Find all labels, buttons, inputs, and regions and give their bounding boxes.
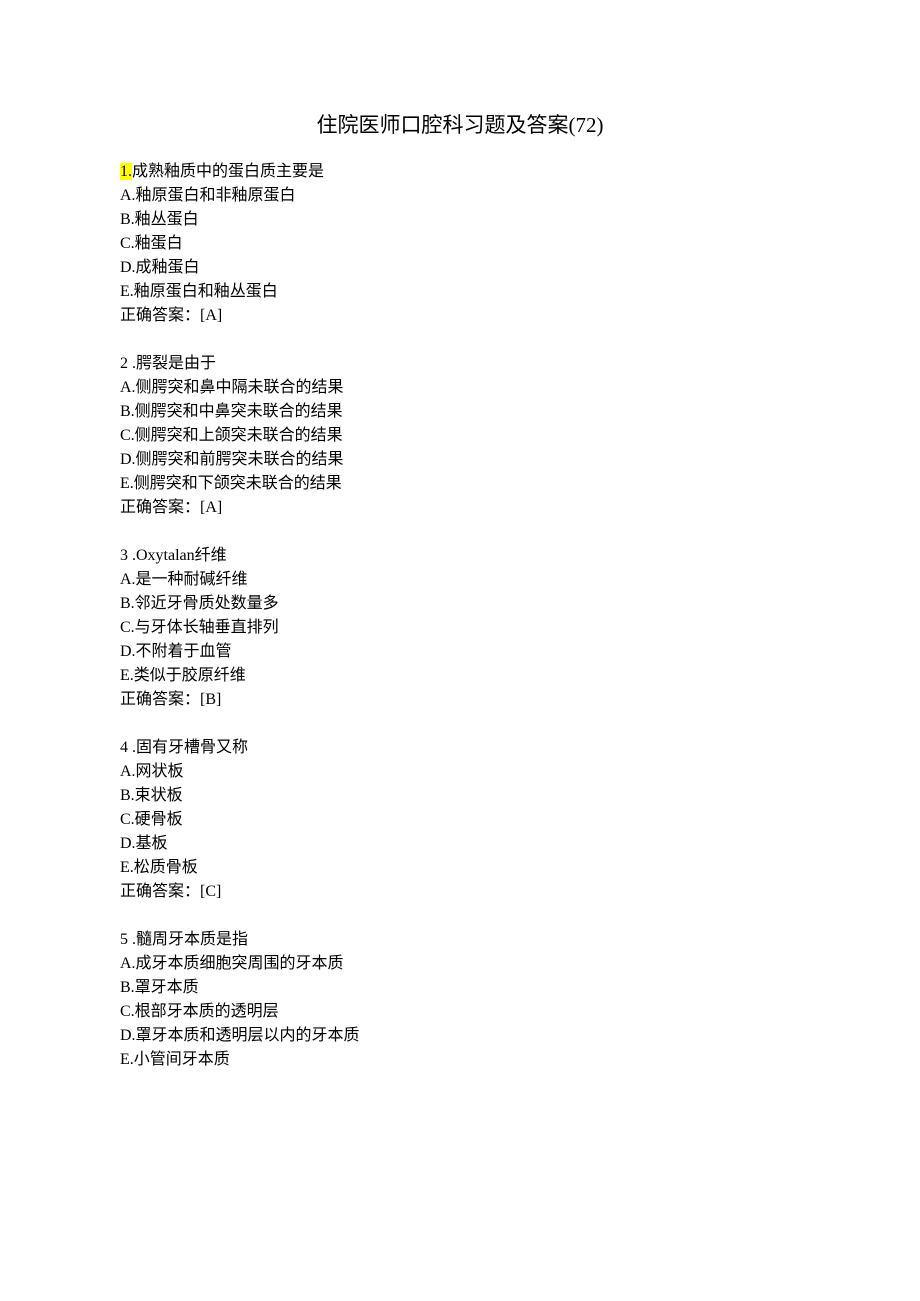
question-block: 5 .髓周牙本质是指A.成牙本质细胞突周围的牙本质B.罩牙本质C.根部牙本质的透… — [120, 928, 800, 1072]
question-option: A.釉原蛋白和非釉原蛋白 — [120, 184, 800, 208]
question-text: 成熟釉质中的蛋白质主要是 — [132, 163, 324, 180]
question-option: E.小管间牙本质 — [120, 1048, 800, 1072]
question-option: A.网状板 — [120, 760, 800, 784]
question-option: C.与牙体长轴垂直排列 — [120, 616, 800, 640]
question-number: 2 . — [120, 355, 136, 372]
question-option: A.是一种耐碱纤维 — [120, 568, 800, 592]
question-number: 4 . — [120, 739, 136, 756]
question-text: 腭裂是由于 — [136, 355, 216, 372]
question-answer: 正确答案：[B] — [120, 688, 800, 712]
question-option: C.侧腭突和上颌突未联合的结果 — [120, 424, 800, 448]
question-option: B.束状板 — [120, 784, 800, 808]
question-option: B.釉丛蛋白 — [120, 208, 800, 232]
question-option: D.侧腭突和前腭突未联合的结果 — [120, 448, 800, 472]
question-text: Oxytalan纤维 — [136, 547, 227, 564]
question-option: A.侧腭突和鼻中隔未联合的结果 — [120, 376, 800, 400]
question-option: B.侧腭突和中鼻突未联合的结果 — [120, 400, 800, 424]
question-stem: 3 .Oxytalan纤维 — [120, 544, 800, 568]
document-title: 住院医师口腔科习题及答案(72) — [120, 110, 800, 142]
question-answer: 正确答案：[C] — [120, 880, 800, 904]
question-option: C.硬骨板 — [120, 808, 800, 832]
question-number: 5 . — [120, 931, 136, 948]
question-option: B.罩牙本质 — [120, 976, 800, 1000]
question-answer: 正确答案：[A] — [120, 304, 800, 328]
question-answer: 正确答案：[A] — [120, 496, 800, 520]
question-number: 3 . — [120, 547, 136, 564]
question-option: A.成牙本质细胞突周围的牙本质 — [120, 952, 800, 976]
question-stem: 2 .腭裂是由于 — [120, 352, 800, 376]
question-block: 1.成熟釉质中的蛋白质主要是A.釉原蛋白和非釉原蛋白B.釉丛蛋白C.釉蛋白D.成… — [120, 160, 800, 328]
question-option: D.罩牙本质和透明层以内的牙本质 — [120, 1024, 800, 1048]
question-option: E.侧腭突和下颌突未联合的结果 — [120, 472, 800, 496]
question-stem: 4 .固有牙槽骨又称 — [120, 736, 800, 760]
questions-container: 1.成熟釉质中的蛋白质主要是A.釉原蛋白和非釉原蛋白B.釉丛蛋白C.釉蛋白D.成… — [120, 160, 800, 1072]
question-option: E.类似于胶原纤维 — [120, 664, 800, 688]
question-option: C.釉蛋白 — [120, 232, 800, 256]
question-option: C.根部牙本质的透明层 — [120, 1000, 800, 1024]
question-block: 4 .固有牙槽骨又称A.网状板B.束状板C.硬骨板D.基板E.松质骨板正确答案：… — [120, 736, 800, 904]
question-option: E.釉原蛋白和釉丛蛋白 — [120, 280, 800, 304]
question-option: D.基板 — [120, 832, 800, 856]
question-stem: 1.成熟釉质中的蛋白质主要是 — [120, 160, 800, 184]
question-text: 髓周牙本质是指 — [136, 931, 248, 948]
question-option: D.成釉蛋白 — [120, 256, 800, 280]
question-number: 1. — [120, 163, 132, 180]
question-block: 3 .Oxytalan纤维A.是一种耐碱纤维B.邻近牙骨质处数量多C.与牙体长轴… — [120, 544, 800, 712]
question-option: B.邻近牙骨质处数量多 — [120, 592, 800, 616]
question-option: D.不附着于血管 — [120, 640, 800, 664]
document-page: 住院医师口腔科习题及答案(72) 1.成熟釉质中的蛋白质主要是A.釉原蛋白和非釉… — [0, 0, 920, 1136]
question-option: E.松质骨板 — [120, 856, 800, 880]
question-text: 固有牙槽骨又称 — [136, 739, 248, 756]
question-stem: 5 .髓周牙本质是指 — [120, 928, 800, 952]
question-block: 2 .腭裂是由于A.侧腭突和鼻中隔未联合的结果B.侧腭突和中鼻突未联合的结果C.… — [120, 352, 800, 520]
